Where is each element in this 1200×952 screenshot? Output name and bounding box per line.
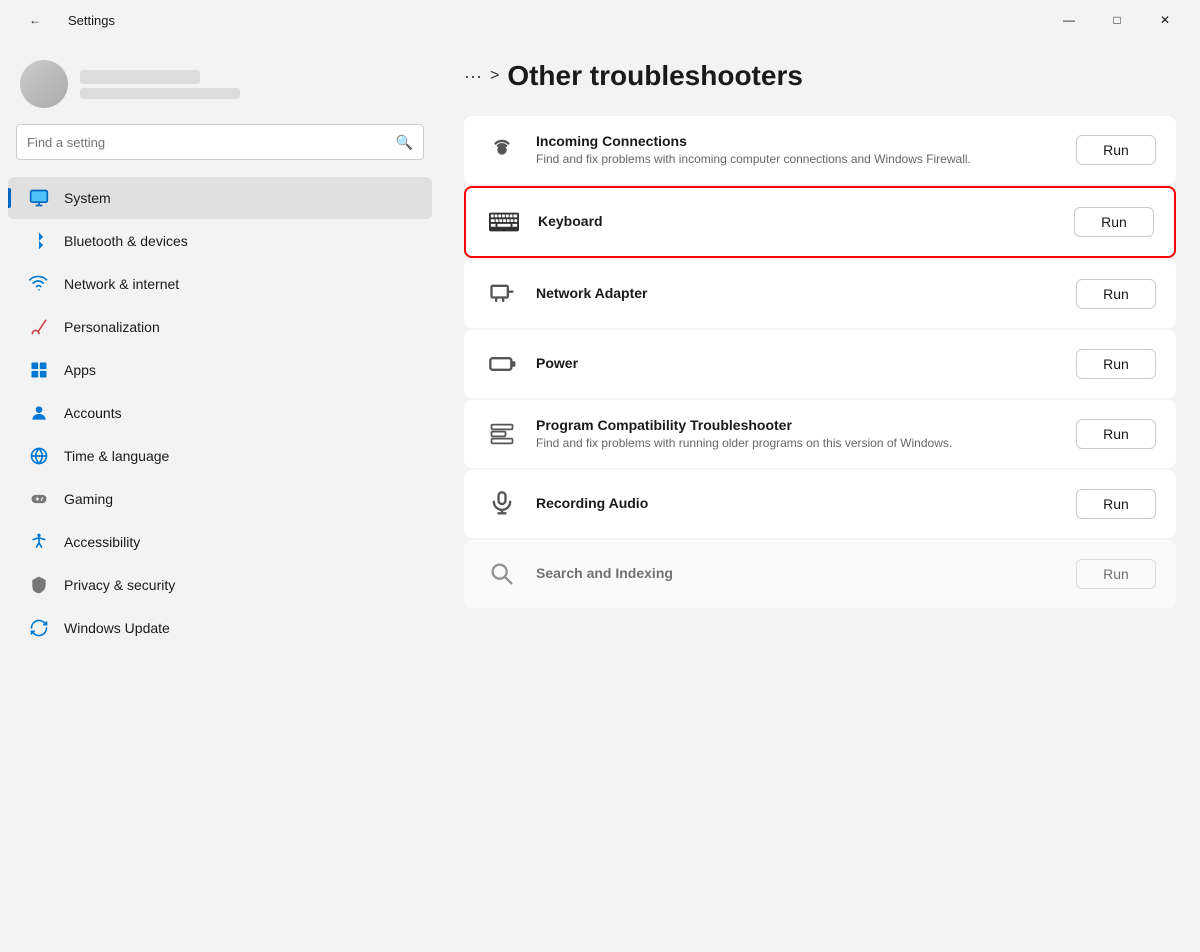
shield-icon [28,574,50,596]
recording-audio-name: Recording Audio [536,495,1060,511]
search-indexing-icon [484,556,520,592]
run-button-program-compat[interactable]: Run [1076,419,1156,449]
nav-items: System Bluetooth & devices Network & int… [0,176,440,952]
item-info-search-indexing: Search and Indexing [536,565,1060,583]
item-info-incoming: Incoming Connections Find and fix proble… [536,133,1060,168]
back-button[interactable]: ← [12,4,58,36]
sidebar-item-network[interactable]: Network & internet [8,263,432,305]
app-container: 🔍 System Bluetooth [0,40,1200,952]
microphone-icon [484,486,520,522]
sidebar-item-privacy[interactable]: Privacy & security [8,564,432,606]
maximize-button[interactable]: □ [1094,4,1140,36]
accounts-label: Accounts [64,405,122,421]
run-button-keyboard[interactable]: Run [1074,207,1154,237]
item-description: Find and fix problems with incoming comp… [536,151,1060,168]
personalization-label: Personalization [64,319,160,335]
sidebar-item-update[interactable]: Windows Update [8,607,432,649]
close-button[interactable]: ✕ [1142,4,1188,36]
breadcrumb-chevron: > [490,67,499,85]
power-name: Power [536,355,1060,371]
user-name [80,70,200,84]
search-box[interactable]: 🔍 [16,124,424,160]
troubleshooter-item-keyboard: Keyboard Run [464,186,1176,258]
wifi-signal-icon [484,132,520,168]
privacy-label: Privacy & security [64,577,175,593]
program-compat-name: Program Compatibility Troubleshooter [536,417,1060,433]
search-container: 🔍 [0,124,440,176]
sidebar-item-accounts[interactable]: Accounts [8,392,432,434]
sidebar-item-system[interactable]: System [8,177,432,219]
sidebar-item-bluetooth[interactable]: Bluetooth & devices [8,220,432,262]
run-button-incoming[interactable]: Run [1076,135,1156,165]
search-indexing-name: Search and Indexing [536,565,1060,581]
user-profile [0,40,440,124]
network-label: Network & internet [64,276,179,292]
run-button-network-adapter[interactable]: Run [1076,279,1156,309]
page-header: ··· > Other troubleshooters [464,60,1176,92]
sidebar: 🔍 System Bluetooth [0,40,440,952]
monitor-icon [28,187,50,209]
troubleshooter-item-power: Power Run [464,330,1176,398]
sidebar-item-personalization[interactable]: Personalization [8,306,432,348]
network-adapter-name: Network Adapter [536,285,1060,301]
troubleshooter-item-recording-audio: Recording Audio Run [464,470,1176,538]
globe-icon [28,445,50,467]
apps-label: Apps [64,362,96,378]
titlebar: ← Settings — □ ✕ [0,0,1200,40]
system-label: System [64,190,111,206]
item-info-recording-audio: Recording Audio [536,495,1060,513]
item-info-program-compat: Program Compatibility Troubleshooter Fin… [536,417,1060,452]
search-icon: 🔍 [396,134,413,151]
sidebar-item-time[interactable]: Time & language [8,435,432,477]
search-input[interactable] [27,135,388,150]
app-title: Settings [68,13,115,28]
sidebar-item-accessibility[interactable]: Accessibility [8,521,432,563]
user-info [80,70,240,99]
troubleshooter-item-program-compatibility: Program Compatibility Troubleshooter Fin… [464,400,1176,468]
keyboard-item-name: Keyboard [538,213,1058,229]
item-name: Incoming Connections [536,133,1060,149]
apps-icon [28,359,50,381]
bluetooth-label: Bluetooth & devices [64,233,188,249]
compatibility-icon [484,416,520,452]
bluetooth-icon [28,230,50,252]
page-title: Other troubleshooters [507,60,803,92]
sidebar-item-gaming[interactable]: Gaming [8,478,432,520]
user-email [80,88,240,99]
item-info-network-adapter: Network Adapter [536,285,1060,303]
run-button-power[interactable]: Run [1076,349,1156,379]
troubleshooter-item-network-adapter: Network Adapter Run [464,260,1176,328]
run-button-search-indexing[interactable]: Run [1076,559,1156,589]
item-info-keyboard: Keyboard [538,213,1058,231]
run-button-recording-audio[interactable]: Run [1076,489,1156,519]
battery-icon [484,346,520,382]
controller-icon [28,488,50,510]
titlebar-left: ← Settings [12,4,115,36]
brush-icon [28,316,50,338]
person-icon [28,402,50,424]
avatar [20,60,68,108]
accessibility-label: Accessibility [64,534,140,550]
time-label: Time & language [64,448,169,464]
keyboard-icon [486,204,522,240]
update-icon [28,617,50,639]
accessibility-icon [28,531,50,553]
window-controls: — □ ✕ [1046,4,1188,36]
update-label: Windows Update [64,620,170,636]
troubleshooter-item-search-indexing: Search and Indexing Run [464,540,1176,608]
wifi-icon [28,273,50,295]
sidebar-item-apps[interactable]: Apps [8,349,432,391]
item-info-power: Power [536,355,1060,373]
breadcrumb-dots[interactable]: ··· [464,66,482,87]
troubleshooter-item-incoming-connections: Incoming Connections Find and fix proble… [464,116,1176,184]
main-content: ··· > Other troubleshooters Incoming Con… [440,40,1200,952]
troubleshooter-list: Incoming Connections Find and fix proble… [464,116,1176,608]
network-adapter-icon [484,276,520,312]
minimize-button[interactable]: — [1046,4,1092,36]
gaming-label: Gaming [64,491,113,507]
program-compat-description: Find and fix problems with running older… [536,435,1060,452]
